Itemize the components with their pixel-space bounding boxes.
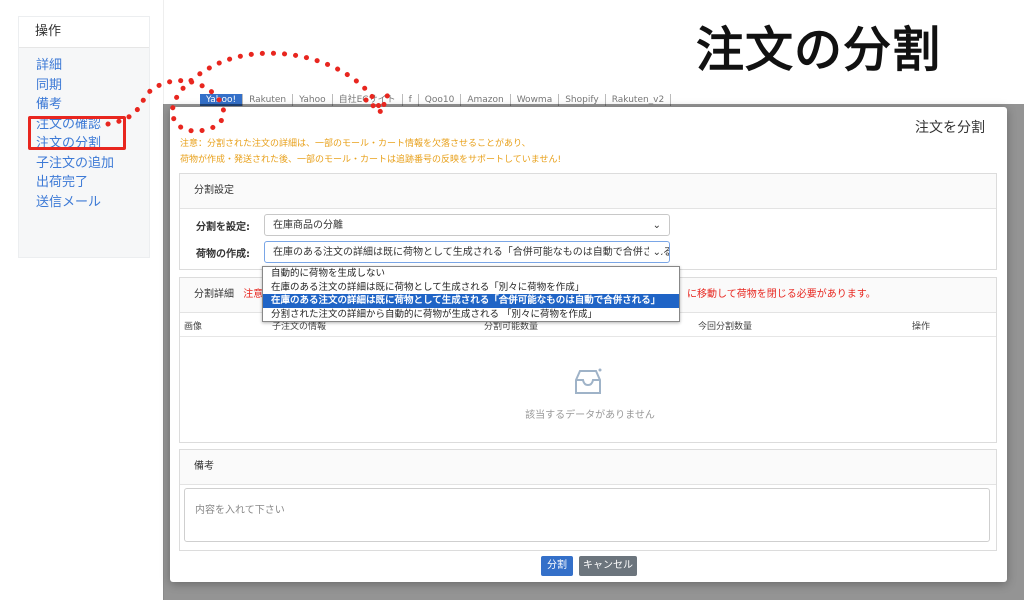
highlight-annotation: [28, 116, 126, 150]
empty-inbox-icon: [570, 366, 606, 402]
action-link[interactable]: 出荷完了: [36, 173, 149, 193]
action-link[interactable]: 同期: [36, 76, 149, 96]
split-button[interactable]: 分割: [541, 556, 573, 576]
page-heading: 注文の分割: [696, 22, 942, 78]
action-link[interactable]: 詳細: [36, 56, 149, 76]
notes-textarea[interactable]: 内容を入れて下さい: [184, 488, 990, 542]
chevron-down-icon: ⌄: [648, 242, 661, 262]
split-warning: 注意：分割された注文の詳細は、一部のモール・カート情報を欠落させることがあり、 …: [180, 137, 561, 168]
column-split-qty: 今回分割数量: [698, 322, 753, 332]
notes-section: 備考 内容を入れて下さい: [179, 449, 997, 551]
action-link[interactable]: 子注文の追加: [36, 154, 149, 174]
split-setting-value: 在庫商品の分離: [273, 220, 343, 231]
empty-data-text: 該当するデータがありません: [525, 410, 655, 421]
package-creation-value: 在庫のある注文の詳細は既に荷物として生成される「合併可能なものは自動で合併される…: [273, 247, 670, 258]
notes-header: 備考: [180, 450, 996, 485]
dropdown-option[interactable]: 分割された注文の詳細から自動的に荷物が生成される 「別々に荷物を作成」: [263, 308, 679, 322]
chevron-down-icon: ⌄: [652, 220, 661, 231]
modal-title: 注文を分割: [915, 120, 985, 136]
dropdown-option[interactable]: 自動的に荷物を生成しない: [263, 267, 679, 281]
split-setting-label: 分割を設定:: [196, 222, 250, 233]
split-setting-select[interactable]: 在庫商品の分離 ⌄: [264, 214, 670, 236]
package-creation-select[interactable]: 在庫のある注文の詳細は既に荷物として生成される「合併可能なものは自動で合併される…: [264, 241, 670, 263]
action-link[interactable]: 送信メール: [36, 193, 149, 213]
split-details-title: 分割詳細: [194, 289, 234, 300]
dropdown-option[interactable]: 在庫のある注文の詳細は既に荷物として生成される「合併可能なものは自動で合併される…: [263, 294, 679, 308]
notes-placeholder: 内容を入れて下さい: [195, 505, 285, 516]
split-details-note-suffix: に移動して荷物を閉じる必要があります。: [687, 289, 876, 300]
package-creation-label: 荷物の作成:: [196, 249, 250, 260]
warning-line-1: 注意：分割された注文の詳細は、一部のモール・カート情報を欠落させることがあり、: [180, 139, 531, 149]
warning-line-2: 荷物が作成・発送された後、一部のモール・カートは追跡番号の反映をサポートしていま…: [180, 154, 562, 165]
column-operation: 操作: [912, 322, 931, 332]
cancel-button[interactable]: キャンセル: [579, 556, 637, 576]
package-creation-dropdown: 自動的に荷物を生成しない 在庫のある注文の詳細は既に荷物として生成される「別々に荷…: [262, 266, 680, 322]
column-image: 画像: [184, 322, 203, 332]
dropdown-option[interactable]: 在庫のある注文の詳細は既に荷物として生成される「別々に荷物を作成」: [263, 281, 679, 295]
action-link[interactable]: 備考: [36, 95, 149, 115]
split-details-note-prefix: 注意: [243, 289, 264, 300]
split-order-modal: 注文を分割 注意：分割された注文の詳細は、一部のモール・カート情報を欠落させるこ…: [170, 107, 1007, 582]
split-settings-header: 分割設定: [180, 174, 996, 209]
action-sidebar-header: 操作: [19, 17, 149, 48]
split-settings-section: 分割設定 分割を設定: 在庫商品の分離 ⌄ 荷物の作成: 在庫のある注文の詳細は…: [179, 173, 997, 270]
